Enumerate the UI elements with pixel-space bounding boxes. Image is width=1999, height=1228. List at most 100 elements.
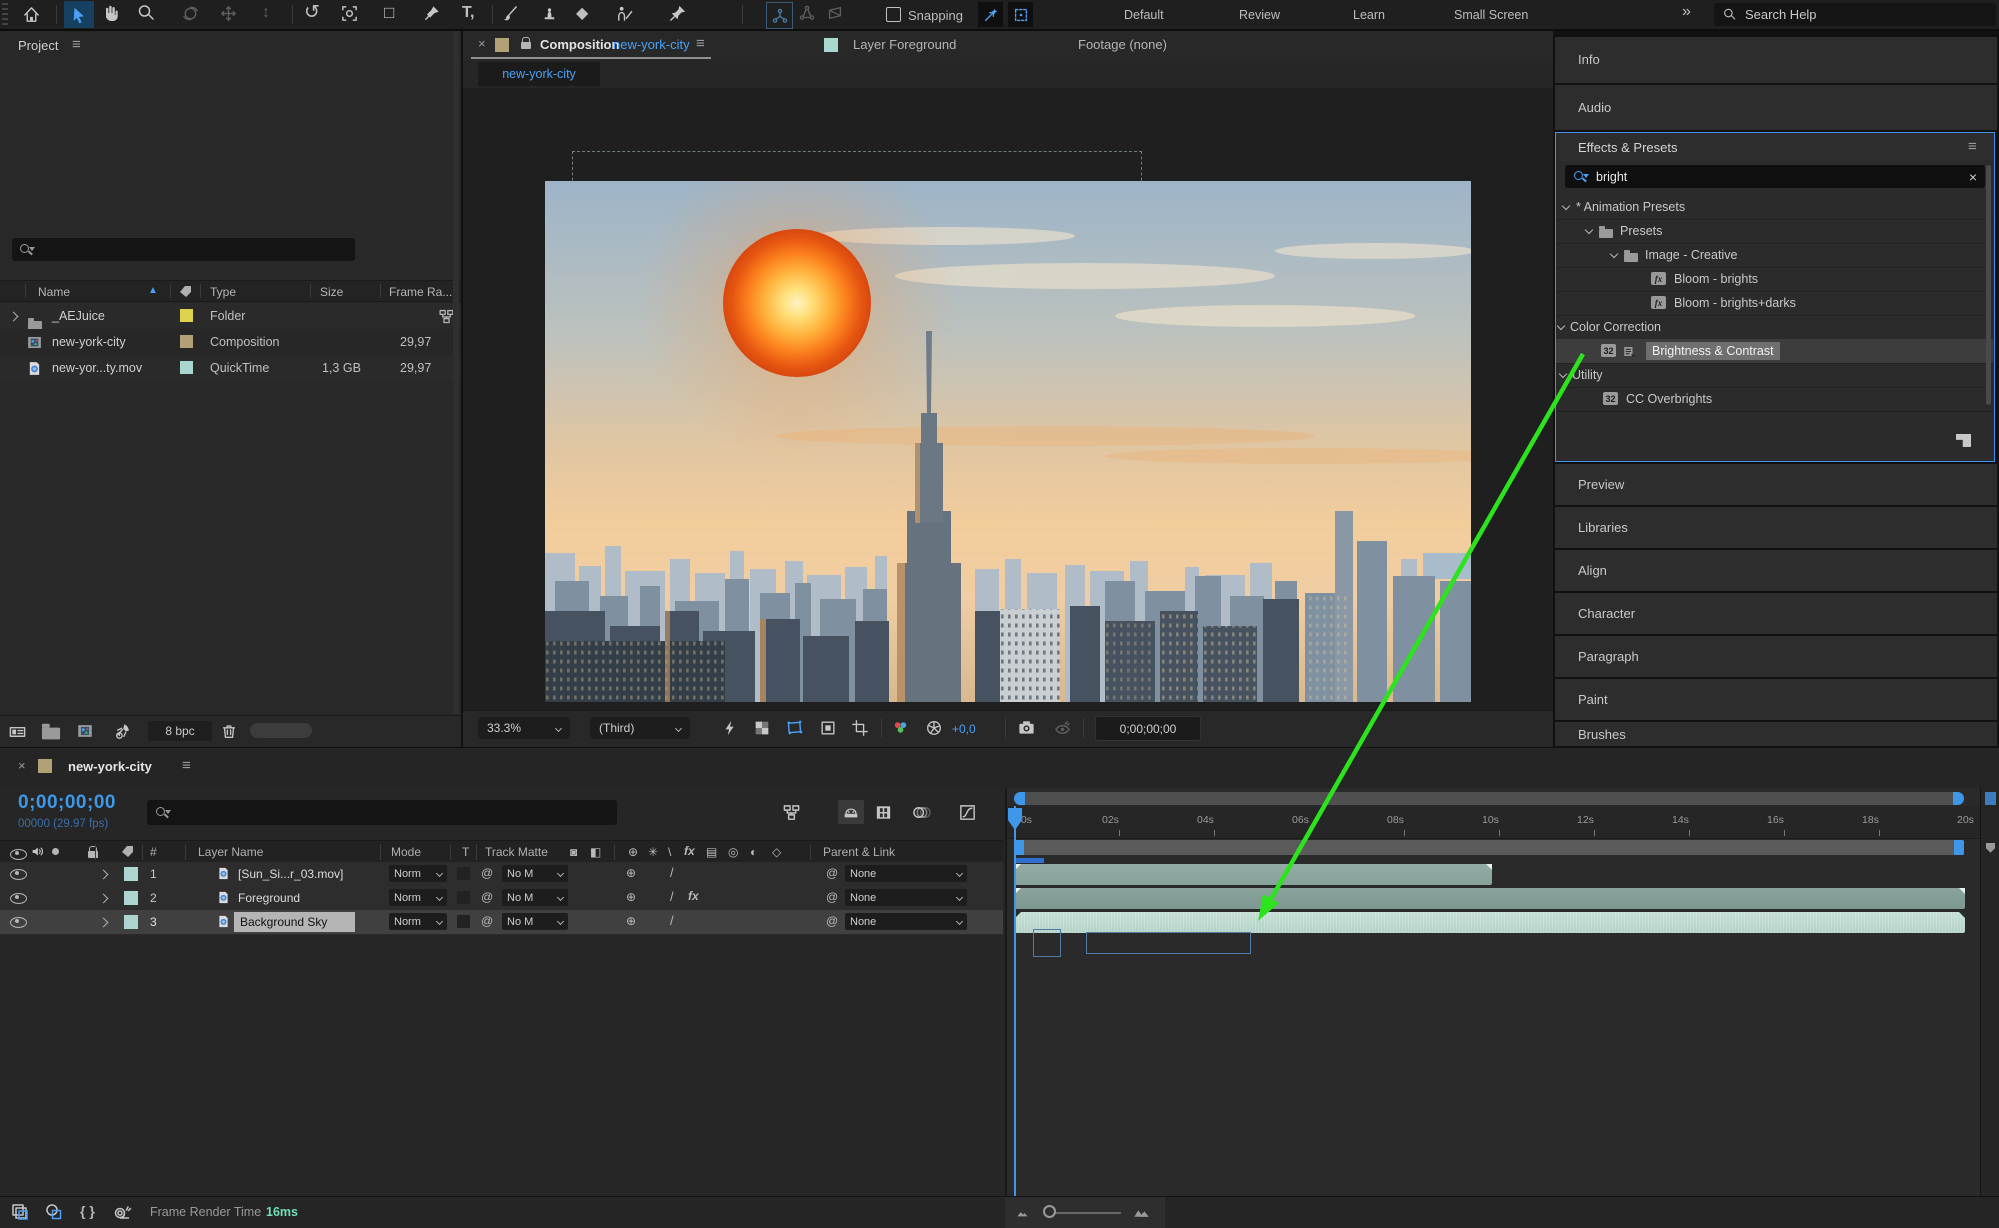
- sort-ascending-icon[interactable]: ▲: [148, 285, 158, 296]
- scrollbar-left-handle[interactable]: [1014, 792, 1025, 805]
- info-panel-header[interactable]: Info: [1555, 37, 1997, 83]
- graph-editor-icon[interactable]: [958, 803, 977, 822]
- viewer-tab-active[interactable]: new-york-city: [478, 62, 600, 86]
- exposure-icon[interactable]: [925, 719, 943, 737]
- project-panel-header[interactable]: Project ≡: [0, 31, 461, 59]
- twirl-down-icon[interactable]: [1559, 370, 1567, 378]
- libraries-panel-header[interactable]: Libraries: [1555, 507, 1997, 548]
- column-layer-name[interactable]: Layer Name: [198, 845, 263, 859]
- layer-row-3-selected[interactable]: 3 Background Sky Norm @ No M ⊕ / @ None: [0, 910, 1003, 935]
- tree-item-image-creative-folder[interactable]: Image - Creative: [1556, 243, 1993, 268]
- collapse-switch-icon[interactable]: ⊕: [626, 866, 636, 880]
- twirl-down-icon[interactable]: [1557, 322, 1565, 330]
- zoom-out-mountain-icon[interactable]: [1015, 1206, 1030, 1219]
- mask-visibility-icon[interactable]: [819, 719, 837, 737]
- column-type[interactable]: Type: [210, 285, 236, 299]
- layer-row-2[interactable]: 2 Foreground Norm @ No M ⊕ / fx @ None: [0, 886, 1003, 911]
- layer-twirl-icon[interactable]: [99, 918, 109, 928]
- workspace-tab-default[interactable]: Default: [1124, 8, 1164, 22]
- close-tab-icon[interactable]: ×: [18, 758, 26, 773]
- motion-path-option-1[interactable]: [766, 2, 793, 29]
- effects-panel-header[interactable]: Effects & Presets ≡: [1556, 133, 1993, 161]
- resolution-dropdown[interactable]: (Third): [590, 717, 690, 739]
- scrollbar-right-handle[interactable]: [1953, 792, 1964, 805]
- snail-render-icon[interactable]: [112, 1202, 132, 1222]
- timeline-horizontal-scrollbar[interactable]: [1014, 792, 1964, 805]
- hand-tool[interactable]: [100, 3, 120, 23]
- effects-search-input[interactable]: bright ×: [1565, 165, 1985, 188]
- project-row-folder[interactable]: _AEJuice Folder: [0, 303, 461, 329]
- motion-blur-icon[interactable]: [912, 803, 931, 822]
- project-scrollbar[interactable]: [453, 31, 459, 714]
- zoom-in-mountains-icon[interactable]: [1131, 1204, 1152, 1220]
- workspace-overflow-button[interactable]: »: [1682, 3, 1691, 21]
- column-size[interactable]: Size: [320, 285, 343, 299]
- matte-pickwhip-icon[interactable]: @: [481, 914, 493, 928]
- workspace-tab-review[interactable]: Review: [1239, 8, 1280, 22]
- column-track-matte[interactable]: Track Matte: [485, 845, 548, 859]
- clear-search-icon[interactable]: ×: [1969, 169, 1977, 185]
- snap-along-edges-button[interactable]: [978, 2, 1003, 27]
- new-folder-icon[interactable]: [42, 728, 60, 740]
- tree-item-utility[interactable]: Utility: [1556, 363, 1993, 388]
- parent-dropdown[interactable]: None: [845, 913, 967, 930]
- playhead-line[interactable]: [1014, 806, 1016, 1196]
- layer-visibility-icon[interactable]: [10, 869, 27, 880]
- work-area-end-handle[interactable]: [1954, 840, 1964, 855]
- new-composition-icon[interactable]: [76, 722, 94, 740]
- layer-name[interactable]: [Sun_Si...r_03.mov]: [238, 867, 343, 881]
- column-name[interactable]: Name: [38, 285, 70, 299]
- orbit-camera-tool[interactable]: [181, 4, 200, 23]
- parent-dropdown[interactable]: None: [845, 865, 967, 882]
- preserve-transparency-cell[interactable]: [457, 891, 470, 904]
- show-snapshot-icon[interactable]: [1053, 718, 1072, 737]
- parent-pickwhip-icon[interactable]: @: [826, 890, 838, 904]
- layer-label-swatch[interactable]: [124, 915, 138, 929]
- puppet-pin-tool[interactable]: [668, 4, 687, 23]
- twirl-down-icon[interactable]: [1585, 226, 1593, 234]
- motion-blur-toggle-icon[interactable]: [44, 1202, 64, 1222]
- workspace-tab-small-screen[interactable]: Small Screen: [1454, 8, 1528, 22]
- track-matte-dropdown[interactable]: No M: [502, 889, 568, 906]
- shy-toggle[interactable]: [838, 800, 864, 824]
- composition-tab-name[interactable]: new-york-city: [613, 37, 690, 52]
- exposure-value[interactable]: +0,0: [952, 722, 976, 736]
- quality-switch-icon[interactable]: /: [670, 913, 674, 928]
- layer-bar-2[interactable]: [1015, 888, 1965, 909]
- clone-stamp-tool[interactable]: [540, 4, 559, 23]
- fast-previews-icon[interactable]: [721, 719, 739, 737]
- crop-icon[interactable]: [851, 719, 869, 737]
- trash-icon[interactable]: [220, 722, 238, 740]
- layer-visibility-icon[interactable]: [10, 893, 27, 904]
- brushes-panel-header[interactable]: Brushes: [1555, 722, 1997, 746]
- snapping-checkbox[interactable]: [886, 7, 901, 22]
- blend-mode-dropdown[interactable]: Norm: [389, 913, 447, 930]
- rotation-tool[interactable]: ↺: [304, 1, 320, 24]
- collapse-switch-icon[interactable]: ⊕: [626, 890, 636, 904]
- pen-tool[interactable]: [422, 4, 441, 23]
- blend-mode-dropdown[interactable]: Norm: [389, 865, 447, 882]
- composition-mini-flowchart-icon[interactable]: [782, 803, 801, 822]
- layer-twirl-icon[interactable]: [99, 894, 109, 904]
- timeline-tab-name[interactable]: new-york-city: [68, 759, 152, 774]
- panel-corner-icon[interactable]: [1956, 434, 1971, 447]
- interpret-footage-icon[interactable]: [8, 722, 27, 741]
- motion-path-option-2[interactable]: [798, 4, 816, 22]
- paragraph-panel-header[interactable]: Paragraph: [1555, 636, 1997, 677]
- tree-item-bloom-brights-darks[interactable]: fx Bloom - brights+darks: [1556, 291, 1993, 316]
- column-parent-link[interactable]: Parent & Link: [823, 845, 895, 859]
- layer-visibility-icon[interactable]: [10, 917, 27, 928]
- work-area-bar[interactable]: [1014, 840, 1964, 855]
- camera-tool[interactable]: [340, 4, 359, 23]
- comp-marker-bin-icon[interactable]: [1983, 840, 1998, 855]
- motion-path-option-3[interactable]: [826, 4, 844, 22]
- preserve-transparency-cell[interactable]: [457, 867, 470, 880]
- selection-tool[interactable]: [64, 1, 94, 28]
- current-timecode[interactable]: 0;00;00;00: [18, 792, 116, 814]
- take-snapshot-icon[interactable]: [1017, 718, 1036, 737]
- pan-camera-tool[interactable]: [219, 4, 238, 23]
- bpc-button[interactable]: 8 bpc: [148, 721, 212, 741]
- magnification-dropdown[interactable]: 33.3%: [478, 717, 570, 739]
- help-search-box[interactable]: Search Help: [1714, 3, 1996, 26]
- panel-menu-icon[interactable]: ≡: [1968, 138, 1977, 155]
